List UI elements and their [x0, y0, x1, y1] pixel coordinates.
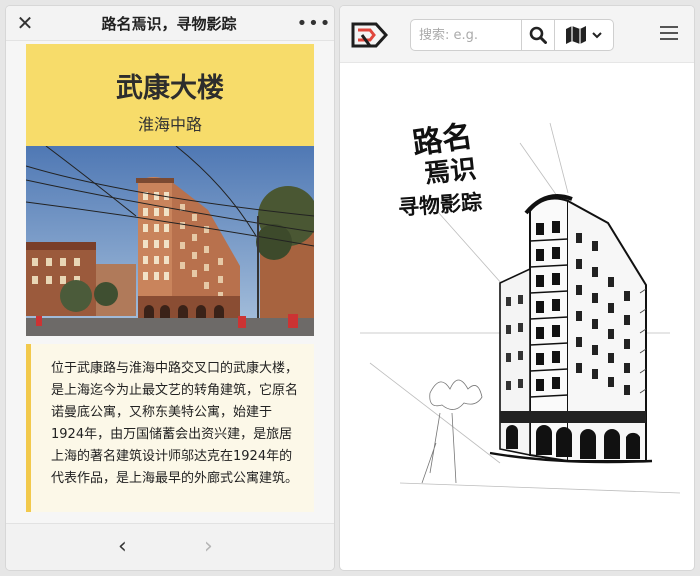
map-app-panel: 路名 焉识 寻物影踪: [340, 6, 694, 570]
logo-icon[interactable]: [350, 20, 388, 50]
browser-nav-bar: ‹ ›: [6, 523, 334, 570]
search-icon: [529, 26, 547, 44]
close-icon[interactable]: ✕: [6, 11, 44, 35]
road-name: 淮海中路: [137, 115, 202, 134]
search-input[interactable]: [410, 19, 522, 51]
description-quote: 位于武康路与淮海中路交叉口的武康大楼，是上海迄今为止最文艺的转角建筑，它原名诺曼…: [26, 344, 314, 512]
building-name: 武康大楼: [116, 73, 224, 104]
calligraphy-line-2: 焉识: [422, 154, 478, 190]
hamburger-menu-icon[interactable]: [660, 26, 678, 42]
building-card: 武康大楼 淮海中路 位于武康路与淮海中路交叉口的武康大楼，是上海迄今为止最文艺的…: [26, 44, 314, 512]
map-dropdown-button[interactable]: [554, 19, 614, 51]
calligraphy-line-3: 寻物影踪: [397, 189, 483, 220]
app-header: [340, 6, 694, 63]
more-icon[interactable]: •••: [294, 13, 334, 34]
chevron-right-icon[interactable]: ›: [204, 534, 213, 559]
building-sketch-illustration: 路名 焉识 寻物影踪: [340, 63, 694, 570]
search-button[interactable]: [521, 19, 555, 51]
building-photo: [26, 146, 314, 336]
page-title: 路名焉识，寻物影踪: [101, 14, 237, 33]
map-icon: [566, 26, 586, 44]
chevron-left-icon[interactable]: ‹: [118, 534, 127, 559]
chevron-down-icon: [592, 32, 602, 39]
card-header: 武康大楼 淮海中路: [26, 44, 314, 146]
description-text: 位于武康路与淮海中路交叉口的武康大楼，是上海迄今为止最文艺的转角建筑，它原名诺曼…: [51, 361, 299, 486]
title-bar: ✕ 路名焉识，寻物影踪 •••: [6, 6, 334, 41]
article-panel: ✕ 路名焉识，寻物影踪 ••• 武康大楼 淮海中路 位于武康路与淮海中路交叉口的…: [6, 6, 334, 570]
